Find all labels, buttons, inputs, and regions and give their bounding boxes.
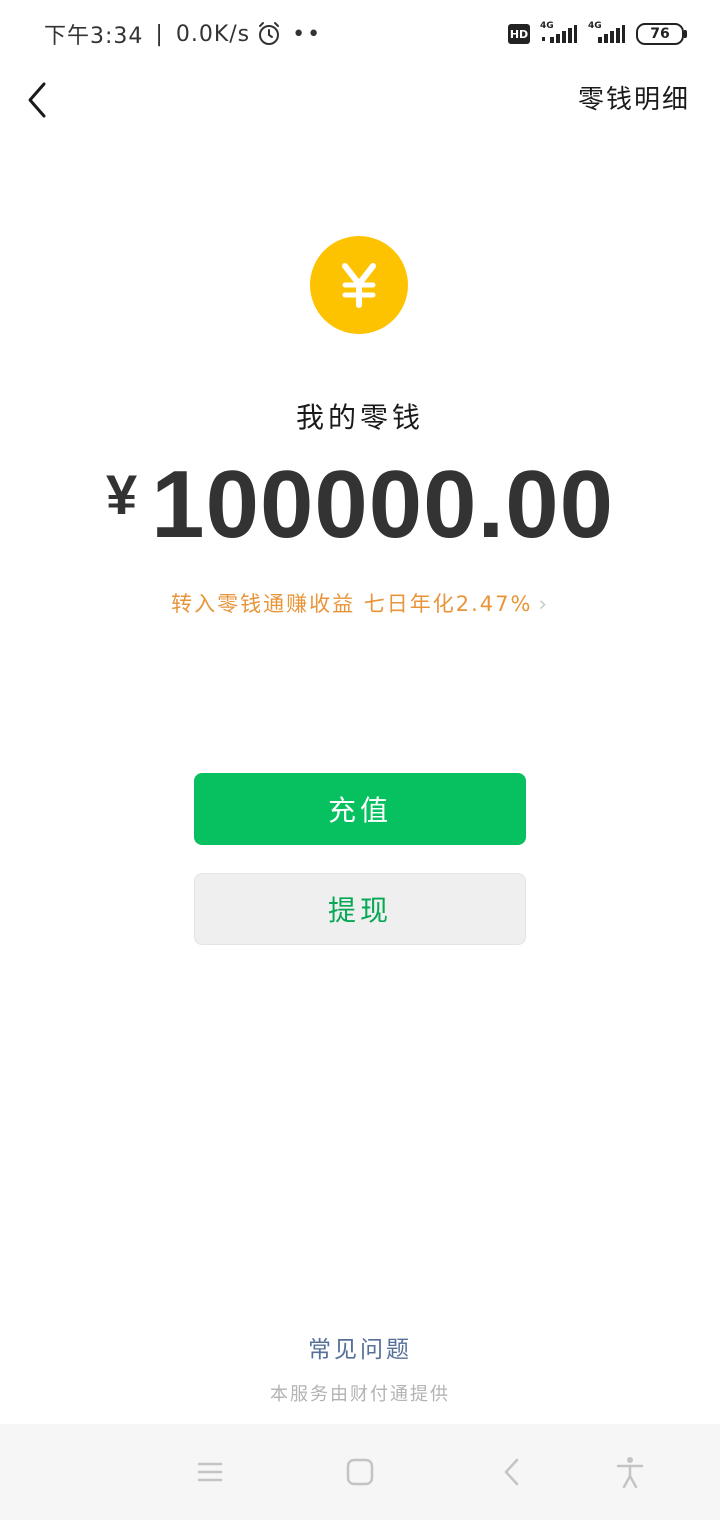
status-bar: 下午3:34 | 0.0K/s •• HD 4G 4G 76	[0, 0, 720, 68]
yuan-symbol-icon	[342, 263, 376, 308]
recharge-button[interactable]: 充值	[194, 773, 526, 845]
promo-text: 转入零钱通赚收益 七日年化2.47%	[171, 592, 533, 616]
chevron-left-icon	[28, 82, 46, 118]
back-button[interactable]	[20, 78, 60, 122]
withdraw-button[interactable]: 提现	[194, 873, 526, 945]
status-time: 下午3:34	[44, 24, 144, 49]
faq-link[interactable]: 常见问题	[0, 1330, 720, 1364]
currency-symbol: ¥	[106, 463, 138, 526]
system-nav-bar	[0, 1424, 720, 1520]
notification-dots: ••	[292, 21, 323, 47]
chevron-right-icon: ›	[538, 592, 549, 616]
lingqiantong-promo-link[interactable]: 转入零钱通赚收益 七日年化2.47% ›	[0, 588, 720, 618]
menu-icon[interactable]	[190, 1454, 230, 1490]
status-left: 下午3:34 | 0.0K/s ••	[44, 18, 322, 50]
signal-sim1-icon: 4G	[540, 21, 578, 47]
battery-icon: 76	[636, 23, 687, 45]
status-separator: |	[155, 21, 164, 47]
accessibility-icon[interactable]	[610, 1454, 650, 1490]
network-speed: 0.0K/s	[175, 21, 251, 47]
yuan-coin-icon	[310, 236, 408, 334]
alarm-icon	[259, 22, 280, 45]
provider-note: 本服务由财付通提供	[270, 1384, 450, 1405]
balance-amount-row: ¥ 100000.00	[0, 450, 720, 560]
home-icon[interactable]	[340, 1454, 380, 1490]
back-icon[interactable]	[492, 1454, 532, 1490]
balance-amount: 100000.00	[151, 451, 614, 558]
balance-label: 我的零钱	[295, 401, 424, 434]
signal-sim2-icon: 4G	[588, 21, 626, 47]
change-details-link[interactable]: 零钱明细	[578, 78, 690, 122]
hd-icon: HD	[508, 24, 530, 44]
status-right: HD 4G 4G 76	[508, 18, 687, 50]
